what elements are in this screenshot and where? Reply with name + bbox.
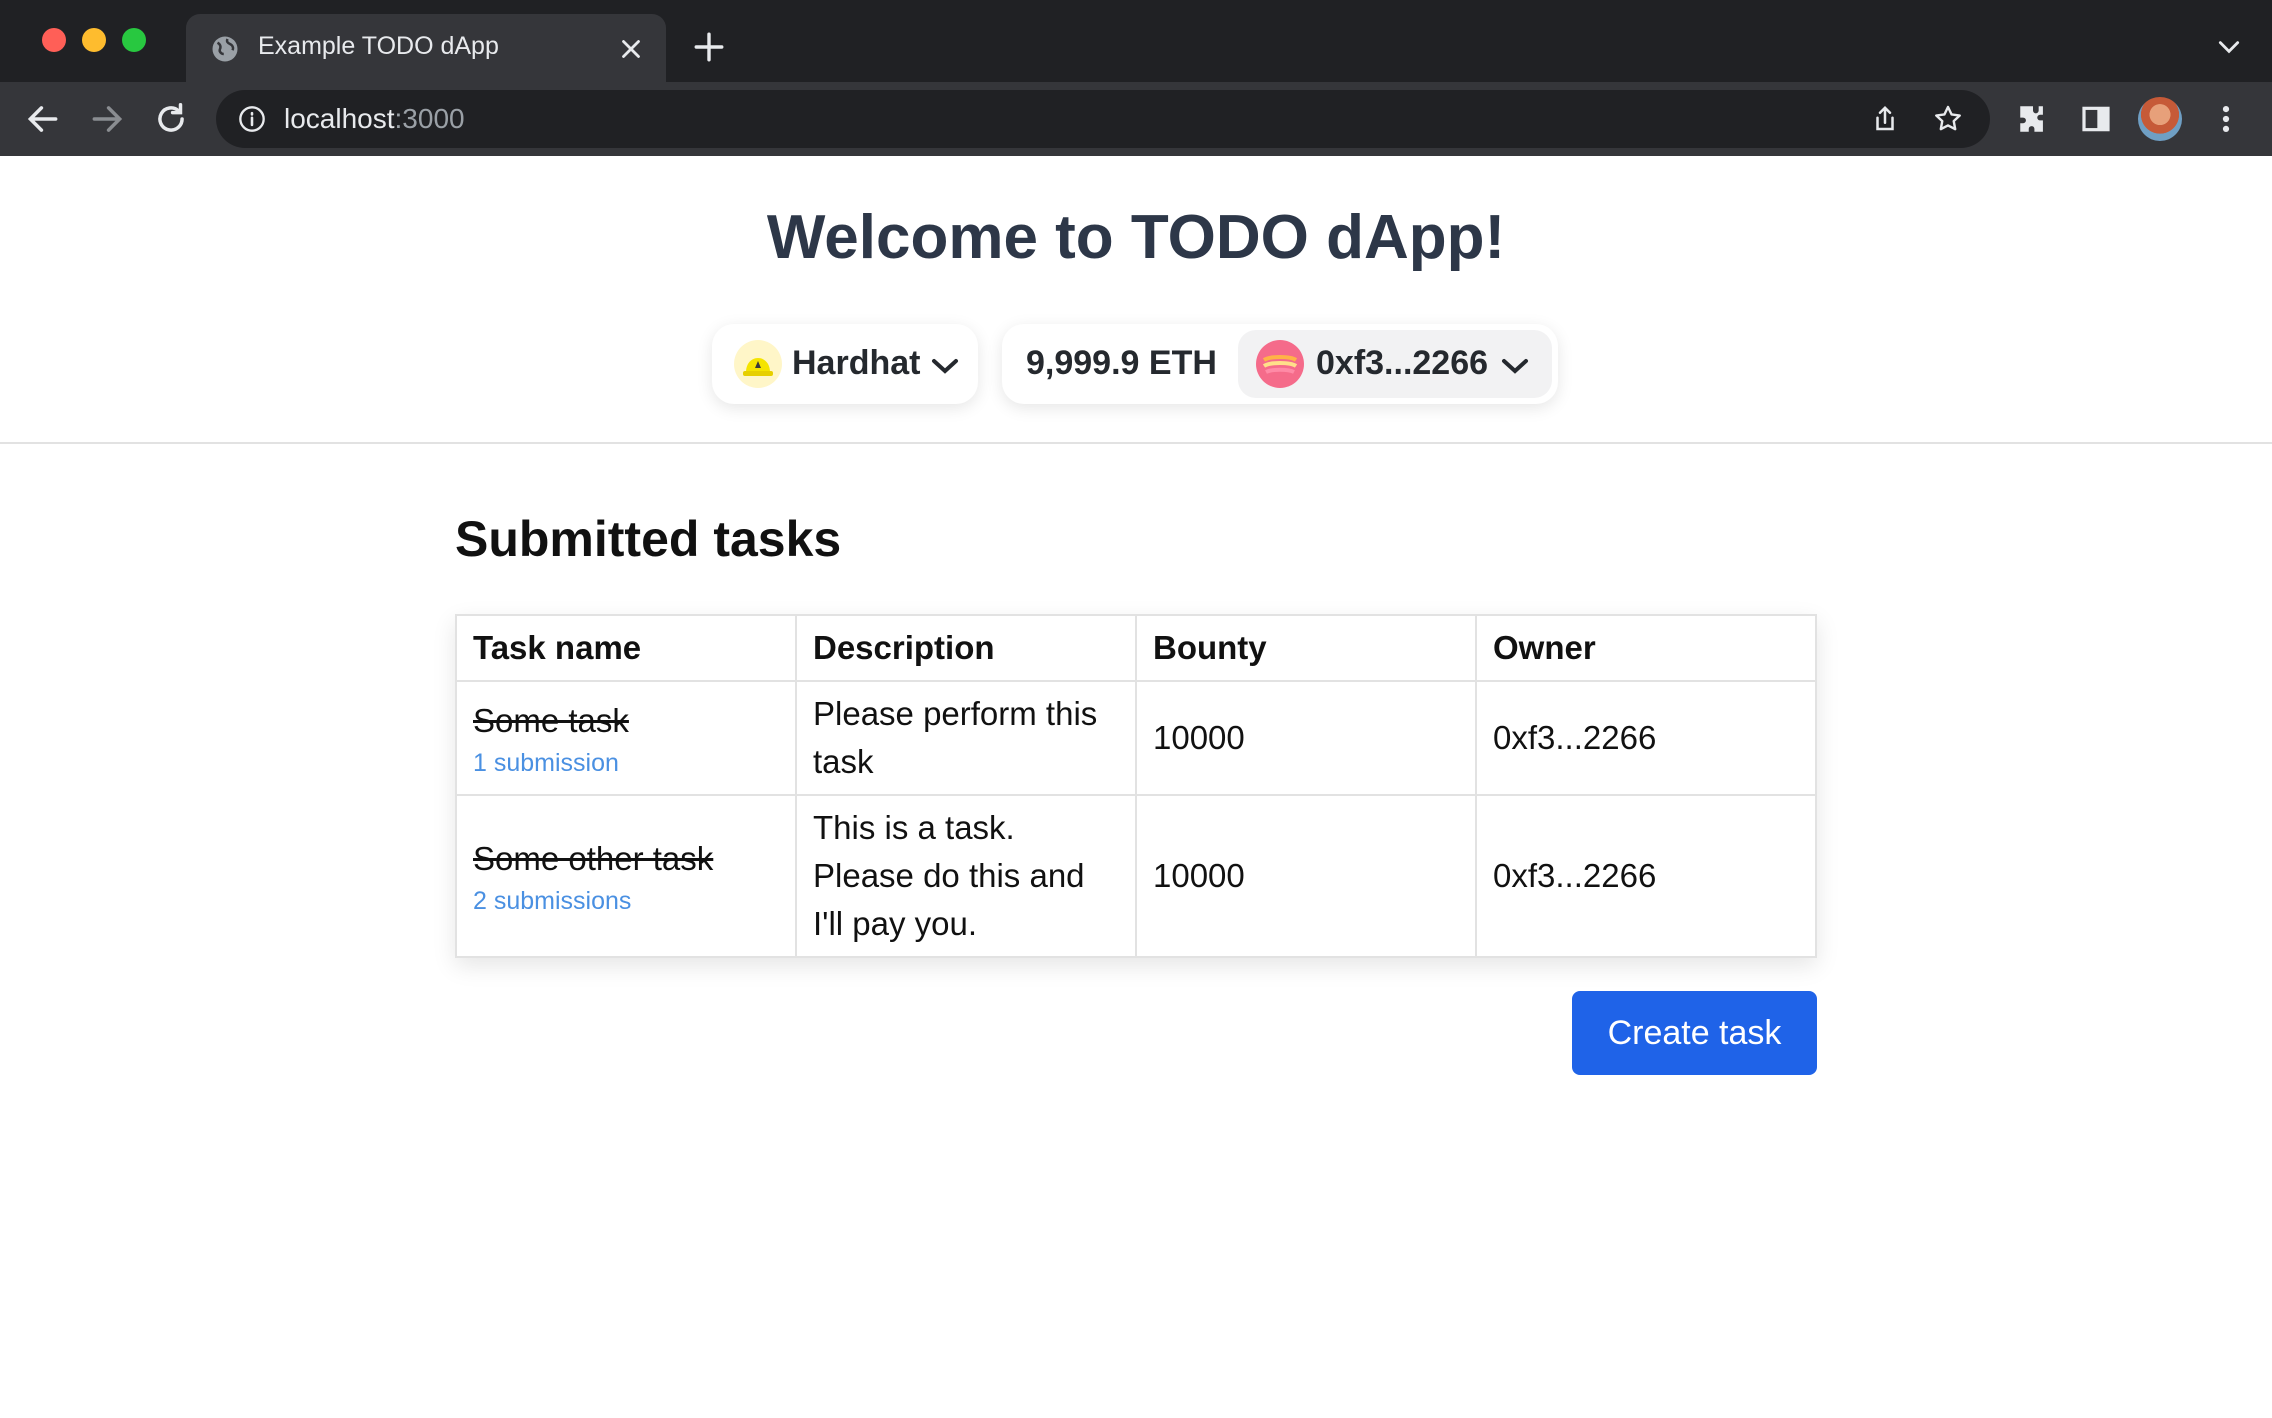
forward-arrow-icon[interactable]: [88, 100, 126, 138]
task-description: This is a task. Please do this and I'll …: [795, 794, 1137, 958]
url-text[interactable]: localhost:3000: [284, 103, 465, 135]
minimize-window-button[interactable]: [82, 28, 106, 52]
account-button[interactable]: 9,999.9 ETH 0xf3...2266: [1002, 324, 1558, 404]
chevron-down-icon: [932, 359, 958, 374]
chevron-down-icon[interactable]: [2216, 34, 2242, 60]
tab-title: Example TODO dApp: [258, 32, 499, 60]
back-arrow-icon[interactable]: [24, 100, 62, 138]
column-header-task-name: Task name: [455, 614, 797, 682]
task-bounty: 10000: [1135, 680, 1477, 796]
submissions-link[interactable]: 2 submissions: [473, 887, 779, 916]
reload-icon[interactable]: [152, 100, 190, 138]
browser-chrome: Example TODO dApp localhost:3000: [0, 0, 2272, 156]
close-tab-icon[interactable]: [616, 34, 646, 64]
table-header-row: Task name Description Bounty Owner: [455, 614, 1817, 682]
submissions-link[interactable]: 1 submission: [473, 749, 779, 778]
globe-icon: [212, 36, 238, 62]
address-bar[interactable]: localhost:3000: [216, 90, 1990, 148]
browser-tab-active[interactable]: Example TODO dApp: [186, 14, 666, 84]
chain-name: Hardhat: [792, 344, 921, 382]
task-bounty: 10000: [1135, 794, 1477, 958]
new-tab-plus-icon[interactable]: [692, 30, 726, 64]
tab-strip: Example TODO dApp: [0, 0, 2272, 84]
section-title: Submitted tasks: [455, 511, 842, 567]
task-description: Please perform this task: [795, 680, 1137, 796]
page-header: Welcome to TODO dApp! Hardhat 9,999.9 ET…: [0, 156, 2272, 444]
tasks-table: Task name Description Bounty Owner Some …: [455, 614, 1817, 958]
task-name: Some other task: [473, 839, 714, 877]
create-task-button[interactable]: Create task: [1572, 991, 1817, 1075]
hardhat-chain-icon: [734, 340, 782, 388]
share-icon[interactable]: [1870, 104, 1900, 134]
account-avatar-icon: [1256, 340, 1304, 388]
task-name: Some task: [473, 701, 629, 739]
task-name-cell: Some task 1 submission: [455, 680, 797, 796]
account-address: 0xf3...2266: [1316, 344, 1489, 382]
bookmark-star-icon[interactable]: [1932, 103, 1964, 135]
url-port: :3000: [394, 103, 465, 134]
task-owner: 0xf3...2266: [1475, 794, 1817, 958]
url-host: localhost: [284, 103, 395, 134]
account-selector[interactable]: 0xf3...2266: [1238, 330, 1552, 398]
profile-avatar[interactable]: [2138, 97, 2182, 141]
more-options-icon[interactable]: [2214, 102, 2238, 136]
chain-selector-button[interactable]: Hardhat: [712, 324, 978, 404]
task-name-cell: Some other task 2 submissions: [455, 794, 797, 958]
page-title: Welcome to TODO dApp!: [766, 203, 1506, 272]
column-header-description: Description: [795, 614, 1137, 682]
chevron-down-icon: [1502, 359, 1528, 374]
table-row: Some other task 2 submissions This is a …: [455, 794, 1817, 958]
extensions-puzzle-icon[interactable]: [2016, 102, 2050, 136]
task-owner: 0xf3...2266: [1475, 680, 1817, 796]
maximize-window-button[interactable]: [122, 28, 146, 52]
close-window-button[interactable]: [42, 28, 66, 52]
page-content: Welcome to TODO dApp! Hardhat 9,999.9 ET…: [0, 156, 2272, 1418]
info-icon[interactable]: [238, 105, 266, 133]
side-panel-icon[interactable]: [2080, 103, 2112, 135]
column-header-bounty: Bounty: [1135, 614, 1477, 682]
browser-toolbar: localhost:3000: [0, 82, 2272, 156]
table-row: Some task 1 submission Please perform th…: [455, 680, 1817, 796]
wallet-balance: 9,999.9 ETH: [1026, 344, 1217, 382]
column-header-owner: Owner: [1475, 614, 1817, 682]
